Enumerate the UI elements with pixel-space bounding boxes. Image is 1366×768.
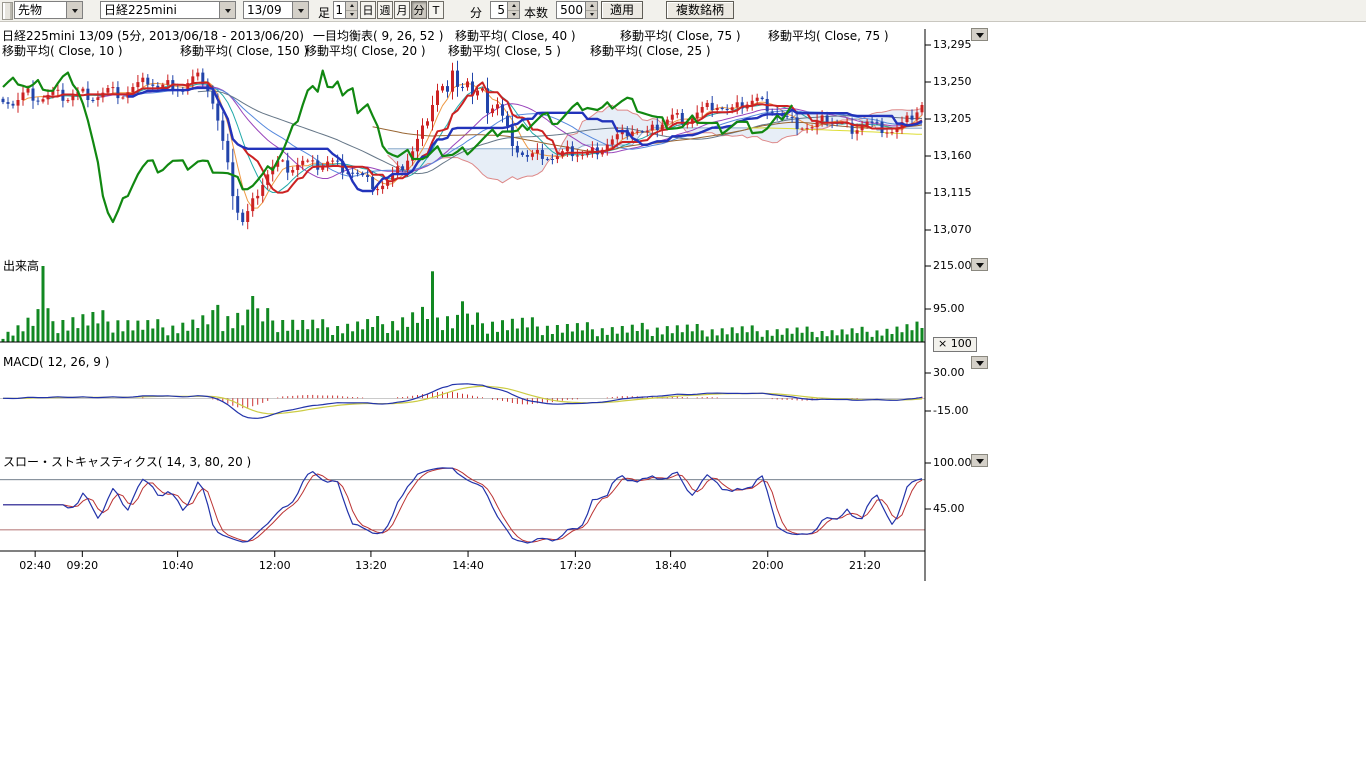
x-axis-label: 09:20: [66, 559, 98, 572]
stochastics-panel-title: スロー・ストキャスティクス( 14, 3, 80, 20 ): [3, 453, 251, 470]
legend-item: 移動平均( Close, 25 ): [590, 42, 711, 59]
toolbar: 先物 日経225mini 13/09 足 1 日週月分T 分 5 本数 500: [0, 0, 1366, 22]
period-button-2[interactable]: 週: [377, 1, 393, 19]
bar-type-label: 足: [318, 4, 330, 21]
y-axis-label: 30.00: [933, 366, 965, 379]
category-select[interactable]: 先物: [14, 1, 83, 19]
price-panel-menu-button[interactable]: [971, 28, 988, 41]
chart-area: 日経225mini 13/09 (5分, 2013/06/18 - 2013/0…: [0, 21, 1000, 621]
y-axis-label: 215.00: [933, 259, 972, 272]
y-axis-label: 13,295: [933, 38, 972, 51]
x-axis-label: 13:20: [355, 559, 387, 572]
minute-value: 5: [491, 2, 507, 18]
period-button-4[interactable]: 分: [411, 1, 427, 19]
x-axis-label: 10:40: [162, 559, 194, 572]
bar-interval-value: 1: [334, 2, 345, 18]
x-axis-label: 17:20: [559, 559, 591, 572]
legend-item: 移動平均( Close, 10 ): [2, 42, 123, 59]
spin-down-icon[interactable]: [346, 11, 357, 19]
stochastics-panel-menu-button[interactable]: [971, 454, 988, 467]
spinner-buttons[interactable]: [507, 2, 519, 18]
y-axis-label: -15.00: [933, 404, 968, 417]
bar-count-spinner[interactable]: 500: [556, 1, 598, 19]
period-button-3[interactable]: 月: [394, 1, 410, 19]
chevron-down-icon: [976, 361, 984, 370]
volume-panel-menu-button[interactable]: [971, 258, 988, 271]
bar-interval-spinner[interactable]: 1: [333, 1, 358, 19]
symbol-select[interactable]: 日経225mini: [100, 1, 236, 19]
period-button-1[interactable]: 日: [360, 1, 376, 19]
x-axis-label: 12:00: [259, 559, 291, 572]
multi-symbol-button[interactable]: 複数銘柄: [666, 1, 734, 19]
y-axis-label: 95.00: [933, 302, 965, 315]
x-axis-label: 21:20: [849, 559, 881, 572]
period-button-5[interactable]: T: [428, 1, 444, 19]
apply-button[interactable]: 適用: [601, 1, 643, 19]
chevron-down-icon[interactable]: [219, 2, 235, 18]
spinner-buttons[interactable]: [345, 2, 357, 18]
macd-panel-menu-button[interactable]: [971, 356, 988, 369]
volume-multiplier-label: × 100: [933, 337, 977, 352]
toolbar-grip[interactable]: [2, 2, 13, 20]
bar-count-value: 500: [557, 2, 585, 18]
chevron-down-icon: [976, 263, 984, 272]
spin-up-icon[interactable]: [508, 2, 519, 11]
bar-count-label: 本数: [524, 4, 548, 21]
chevron-down-icon[interactable]: [292, 2, 308, 18]
volume-panel-title: 出来高: [3, 257, 39, 274]
minute-label: 分: [470, 4, 482, 21]
chart-canvas[interactable]: [0, 21, 992, 596]
spinner-buttons[interactable]: [585, 2, 597, 18]
chevron-down-icon: [976, 33, 984, 42]
chart-legend-line2: 移動平均( Close, 10 )移動平均( Close, 150 )移動平均(…: [0, 42, 990, 56]
x-axis-label: 02:40: [19, 559, 51, 572]
y-axis-label: 13,070: [933, 223, 972, 236]
legend-item: 移動平均( Close, 150 ): [180, 42, 308, 59]
spin-down-icon[interactable]: [586, 11, 597, 19]
y-axis-label: 13,250: [933, 75, 972, 88]
x-axis-label: 20:00: [752, 559, 784, 572]
chart-legend-line1: 日経225mini 13/09 (5分, 2013/06/18 - 2013/0…: [0, 27, 990, 41]
contract-month-select[interactable]: 13/09: [243, 1, 309, 19]
legend-item: 移動平均( Close, 20 ): [305, 42, 426, 59]
spin-up-icon[interactable]: [346, 2, 357, 11]
category-select-value: 先物: [15, 2, 66, 18]
chevron-down-icon: [976, 459, 984, 468]
y-axis-label: 13,115: [933, 186, 972, 199]
legend-item: 移動平均( Close, 5 ): [448, 42, 561, 59]
symbol-select-value: 日経225mini: [101, 2, 219, 18]
chevron-down-icon[interactable]: [66, 2, 82, 18]
spin-up-icon[interactable]: [586, 2, 597, 11]
y-axis-label: 100.00: [933, 456, 972, 469]
x-axis-label: 14:40: [452, 559, 484, 572]
y-axis-label: 45.00: [933, 502, 965, 515]
y-axis-label: 13,205: [933, 112, 972, 125]
x-axis-label: 18:40: [655, 559, 687, 572]
minute-spinner[interactable]: 5: [490, 1, 520, 19]
contract-month-value: 13/09: [244, 2, 292, 18]
macd-panel-title: MACD( 12, 26, 9 ): [3, 355, 109, 369]
y-axis-label: 13,160: [933, 149, 972, 162]
spin-down-icon[interactable]: [508, 11, 519, 19]
